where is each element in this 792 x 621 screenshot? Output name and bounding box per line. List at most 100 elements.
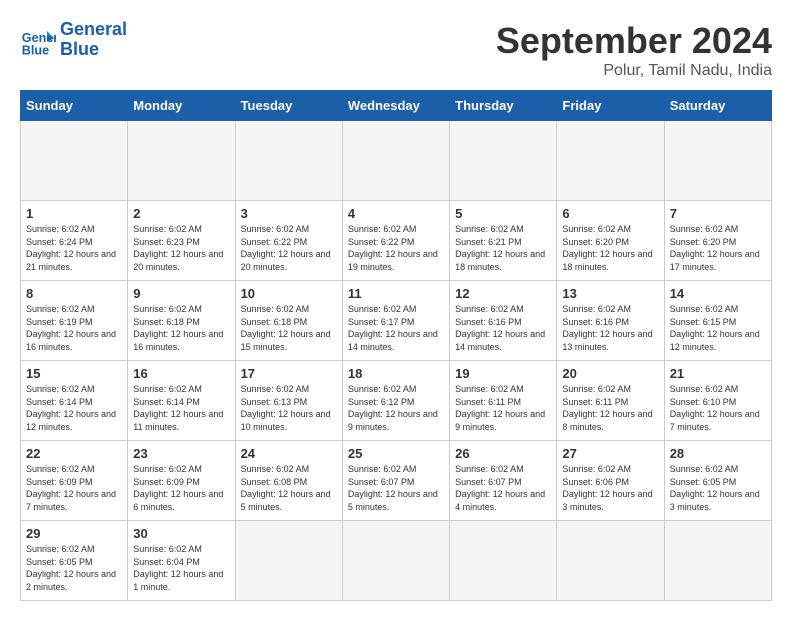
day-info: Sunrise: 6:02 AM Sunset: 6:19 PM Dayligh…	[26, 303, 122, 353]
calendar-cell: 27 Sunrise: 6:02 AM Sunset: 6:06 PM Dayl…	[557, 441, 664, 521]
day-info: Sunrise: 6:02 AM Sunset: 6:21 PM Dayligh…	[455, 223, 551, 273]
col-tuesday: Tuesday	[235, 91, 342, 121]
day-number: 26	[455, 446, 551, 461]
title-block: September 2024 Polur, Tamil Nadu, India	[496, 20, 772, 80]
day-info: Sunrise: 6:02 AM Sunset: 6:15 PM Dayligh…	[670, 303, 766, 353]
week-row-5: 29 Sunrise: 6:02 AM Sunset: 6:05 PM Dayl…	[21, 521, 772, 601]
day-number: 18	[348, 366, 444, 381]
week-row-4: 22 Sunrise: 6:02 AM Sunset: 6:09 PM Dayl…	[21, 441, 772, 521]
day-info: Sunrise: 6:02 AM Sunset: 6:14 PM Dayligh…	[133, 383, 229, 433]
calendar-cell: 15 Sunrise: 6:02 AM Sunset: 6:14 PM Dayl…	[21, 361, 128, 441]
day-number: 15	[26, 366, 122, 381]
calendar-cell	[557, 121, 664, 201]
day-info: Sunrise: 6:02 AM Sunset: 6:20 PM Dayligh…	[562, 223, 658, 273]
day-info: Sunrise: 6:02 AM Sunset: 6:22 PM Dayligh…	[241, 223, 337, 273]
day-info: Sunrise: 6:02 AM Sunset: 6:12 PM Dayligh…	[348, 383, 444, 433]
calendar-cell	[450, 521, 557, 601]
week-row-2: 8 Sunrise: 6:02 AM Sunset: 6:19 PM Dayli…	[21, 281, 772, 361]
day-info: Sunrise: 6:02 AM Sunset: 6:16 PM Dayligh…	[455, 303, 551, 353]
calendar-cell: 2 Sunrise: 6:02 AM Sunset: 6:23 PM Dayli…	[128, 201, 235, 281]
day-number: 20	[562, 366, 658, 381]
calendar-cell: 13 Sunrise: 6:02 AM Sunset: 6:16 PM Dayl…	[557, 281, 664, 361]
day-info: Sunrise: 6:02 AM Sunset: 6:09 PM Dayligh…	[133, 463, 229, 513]
calendar-cell	[235, 121, 342, 201]
calendar-cell: 25 Sunrise: 6:02 AM Sunset: 6:07 PM Dayl…	[342, 441, 449, 521]
calendar-cell: 3 Sunrise: 6:02 AM Sunset: 6:22 PM Dayli…	[235, 201, 342, 281]
col-saturday: Saturday	[664, 91, 771, 121]
day-info: Sunrise: 6:02 AM Sunset: 6:07 PM Dayligh…	[455, 463, 551, 513]
day-info: Sunrise: 6:02 AM Sunset: 6:18 PM Dayligh…	[241, 303, 337, 353]
day-number: 1	[26, 206, 122, 221]
day-number: 25	[348, 446, 444, 461]
calendar-cell: 16 Sunrise: 6:02 AM Sunset: 6:14 PM Dayl…	[128, 361, 235, 441]
calendar-table: Sunday Monday Tuesday Wednesday Thursday…	[20, 90, 772, 601]
day-info: Sunrise: 6:02 AM Sunset: 6:20 PM Dayligh…	[670, 223, 766, 273]
day-number: 2	[133, 206, 229, 221]
day-info: Sunrise: 6:02 AM Sunset: 6:05 PM Dayligh…	[670, 463, 766, 513]
day-info: Sunrise: 6:02 AM Sunset: 6:06 PM Dayligh…	[562, 463, 658, 513]
calendar-cell: 18 Sunrise: 6:02 AM Sunset: 6:12 PM Dayl…	[342, 361, 449, 441]
day-info: Sunrise: 6:02 AM Sunset: 6:04 PM Dayligh…	[133, 543, 229, 593]
day-info: Sunrise: 6:02 AM Sunset: 6:18 PM Dayligh…	[133, 303, 229, 353]
day-number: 23	[133, 446, 229, 461]
day-number: 9	[133, 286, 229, 301]
day-info: Sunrise: 6:02 AM Sunset: 6:11 PM Dayligh…	[562, 383, 658, 433]
day-number: 21	[670, 366, 766, 381]
day-info: Sunrise: 6:02 AM Sunset: 6:09 PM Dayligh…	[26, 463, 122, 513]
day-number: 14	[670, 286, 766, 301]
day-number: 22	[26, 446, 122, 461]
calendar-cell: 19 Sunrise: 6:02 AM Sunset: 6:11 PM Dayl…	[450, 361, 557, 441]
calendar-cell: 20 Sunrise: 6:02 AM Sunset: 6:11 PM Dayl…	[557, 361, 664, 441]
calendar-cell	[128, 121, 235, 201]
calendar-cell	[342, 521, 449, 601]
day-number: 24	[241, 446, 337, 461]
calendar-cell: 22 Sunrise: 6:02 AM Sunset: 6:09 PM Dayl…	[21, 441, 128, 521]
calendar-cell: 30 Sunrise: 6:02 AM Sunset: 6:04 PM Dayl…	[128, 521, 235, 601]
day-info: Sunrise: 6:02 AM Sunset: 6:24 PM Dayligh…	[26, 223, 122, 273]
calendar-cell: 14 Sunrise: 6:02 AM Sunset: 6:15 PM Dayl…	[664, 281, 771, 361]
day-number: 4	[348, 206, 444, 221]
calendar-cell: 23 Sunrise: 6:02 AM Sunset: 6:09 PM Dayl…	[128, 441, 235, 521]
day-number: 28	[670, 446, 766, 461]
day-info: Sunrise: 6:02 AM Sunset: 6:16 PM Dayligh…	[562, 303, 658, 353]
calendar-cell: 11 Sunrise: 6:02 AM Sunset: 6:17 PM Dayl…	[342, 281, 449, 361]
day-number: 19	[455, 366, 551, 381]
calendar-cell: 17 Sunrise: 6:02 AM Sunset: 6:13 PM Dayl…	[235, 361, 342, 441]
calendar-cell: 1 Sunrise: 6:02 AM Sunset: 6:24 PM Dayli…	[21, 201, 128, 281]
logo-text-blue: Blue	[60, 40, 127, 60]
day-number: 7	[670, 206, 766, 221]
calendar-cell: 10 Sunrise: 6:02 AM Sunset: 6:18 PM Dayl…	[235, 281, 342, 361]
calendar-cell	[557, 521, 664, 601]
day-number: 29	[26, 526, 122, 541]
day-number: 30	[133, 526, 229, 541]
day-info: Sunrise: 6:02 AM Sunset: 6:08 PM Dayligh…	[241, 463, 337, 513]
week-row-1: 1 Sunrise: 6:02 AM Sunset: 6:24 PM Dayli…	[21, 201, 772, 281]
col-friday: Friday	[557, 91, 664, 121]
col-wednesday: Wednesday	[342, 91, 449, 121]
day-number: 3	[241, 206, 337, 221]
day-info: Sunrise: 6:02 AM Sunset: 6:10 PM Dayligh…	[670, 383, 766, 433]
calendar-cell: 26 Sunrise: 6:02 AM Sunset: 6:07 PM Dayl…	[450, 441, 557, 521]
page-header: General Blue General Blue September 2024…	[20, 20, 772, 80]
month-title: September 2024	[496, 20, 772, 62]
day-number: 27	[562, 446, 658, 461]
day-info: Sunrise: 6:02 AM Sunset: 6:05 PM Dayligh…	[26, 543, 122, 593]
calendar-cell: 21 Sunrise: 6:02 AM Sunset: 6:10 PM Dayl…	[664, 361, 771, 441]
day-info: Sunrise: 6:02 AM Sunset: 6:23 PM Dayligh…	[133, 223, 229, 273]
calendar-cell: 7 Sunrise: 6:02 AM Sunset: 6:20 PM Dayli…	[664, 201, 771, 281]
logo-text-general: General	[60, 20, 127, 40]
day-info: Sunrise: 6:02 AM Sunset: 6:14 PM Dayligh…	[26, 383, 122, 433]
day-info: Sunrise: 6:02 AM Sunset: 6:17 PM Dayligh…	[348, 303, 444, 353]
calendar-cell: 12 Sunrise: 6:02 AM Sunset: 6:16 PM Dayl…	[450, 281, 557, 361]
day-number: 5	[455, 206, 551, 221]
calendar-cell: 28 Sunrise: 6:02 AM Sunset: 6:05 PM Dayl…	[664, 441, 771, 521]
calendar-cell: 9 Sunrise: 6:02 AM Sunset: 6:18 PM Dayli…	[128, 281, 235, 361]
calendar-cell: 8 Sunrise: 6:02 AM Sunset: 6:19 PM Dayli…	[21, 281, 128, 361]
day-number: 17	[241, 366, 337, 381]
day-info: Sunrise: 6:02 AM Sunset: 6:07 PM Dayligh…	[348, 463, 444, 513]
calendar-cell	[342, 121, 449, 201]
calendar-cell: 24 Sunrise: 6:02 AM Sunset: 6:08 PM Dayl…	[235, 441, 342, 521]
day-number: 12	[455, 286, 551, 301]
day-info: Sunrise: 6:02 AM Sunset: 6:13 PM Dayligh…	[241, 383, 337, 433]
day-info: Sunrise: 6:02 AM Sunset: 6:22 PM Dayligh…	[348, 223, 444, 273]
